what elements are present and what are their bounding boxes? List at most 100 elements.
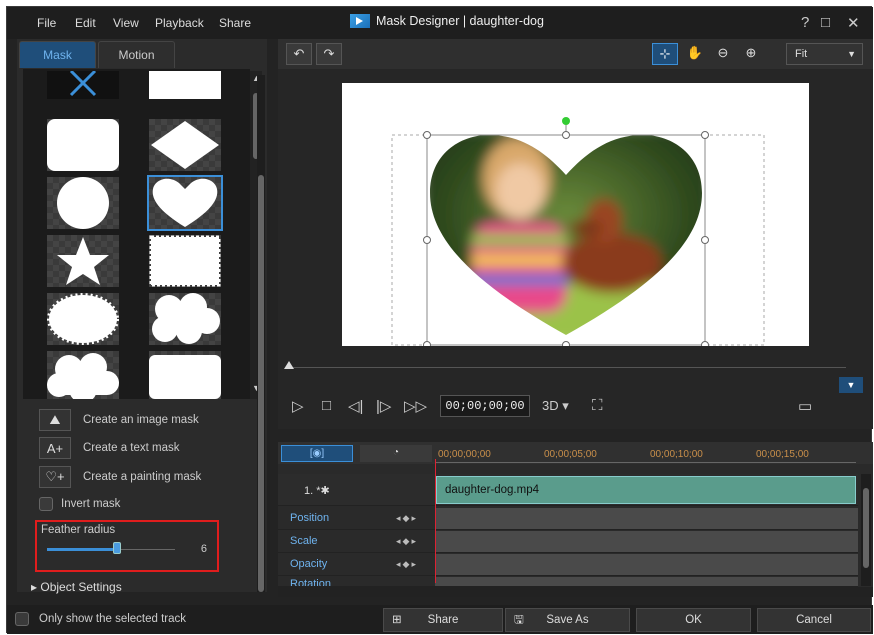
previous-frame-icon[interactable]: ◁| — [348, 397, 363, 415]
menu-playback[interactable]: Playback — [155, 16, 204, 30]
save-icon: 🖫 — [514, 614, 524, 626]
help-button[interactable]: ? — [801, 14, 809, 31]
hand-tool-button[interactable]: ✋ — [682, 43, 708, 65]
menu-edit[interactable]: Edit — [75, 16, 96, 30]
mask-heart[interactable] — [147, 175, 223, 231]
play-icon[interactable]: ▷ — [292, 397, 304, 415]
attribute-track[interactable] — [435, 531, 858, 552]
cancel-button[interactable]: Cancel — [757, 608, 871, 632]
clock-icon: ◔ — [392, 447, 400, 458]
tab-motion[interactable]: Motion — [98, 41, 175, 68]
create-text-mask[interactable]: A+ Create a text mask — [39, 437, 180, 459]
menu-file[interactable]: File — [37, 16, 56, 30]
preview-canvas[interactable] — [342, 83, 809, 349]
redo-button[interactable]: ↷ — [316, 43, 342, 65]
tab-timeline-clock[interactable]: ◔ — [360, 445, 432, 462]
keyframe-controls-icon[interactable]: ◂◆▸ — [396, 559, 418, 570]
checkbox-icon — [15, 612, 29, 626]
video-clip[interactable]: daughter-dog.mp4 — [436, 476, 856, 504]
preview-seek-track[interactable] — [286, 367, 846, 368]
timecode-display[interactable]: 00;00;00;00 — [440, 395, 530, 417]
mask-gallery — [23, 69, 250, 399]
mask-diamond[interactable] — [149, 119, 221, 171]
menu-view[interactable]: View — [113, 16, 139, 30]
object-settings-toggle[interactable]: ▸ Object Settings — [31, 580, 122, 594]
mask-cloud[interactable] — [149, 293, 221, 345]
track-view-icon: [◉] — [309, 448, 325, 459]
panel-scrollbar[interactable] — [257, 75, 265, 592]
track-number-text: 1. — [304, 485, 314, 497]
mask-circle[interactable] — [47, 177, 119, 229]
share-button[interactable]: ⊞ Share — [383, 608, 503, 632]
panel-scroll-thumb[interactable] — [258, 175, 264, 592]
attribute-row-opacity: Opacity ◂◆▸ — [278, 554, 858, 576]
zoom-in-button[interactable]: ⊕ — [738, 43, 764, 65]
zoom-out-button[interactable]: ⊖ — [710, 43, 736, 65]
title-bar: File Edit View Playback Share Mask Desig… — [7, 7, 873, 39]
create-image-mask[interactable]: ⛰ Create an image mask — [39, 409, 199, 431]
move-cursor-icon: ⊹ — [659, 46, 671, 61]
attribute-row-rotation: Rotation — [278, 577, 858, 587]
timeline-zoom-bar[interactable] — [278, 587, 873, 597]
ok-button[interactable]: OK — [636, 608, 751, 632]
fullscreen-icon[interactable]: ⛶ — [592, 397, 603, 414]
feather-slider-fill — [47, 548, 118, 551]
attribute-label: Scale — [290, 535, 318, 547]
only-selected-track-label: Only show the selected track — [39, 613, 187, 625]
mask-rounded-rectangle-2[interactable] — [149, 351, 221, 399]
keyframe-controls-icon[interactable]: ◂◆▸ — [396, 513, 418, 524]
timeline-scrollbar[interactable] — [861, 474, 871, 586]
mask-burst[interactable] — [47, 293, 119, 345]
select-tool-button[interactable]: ⊹ — [652, 43, 678, 65]
checkbox-icon — [39, 497, 53, 511]
3d-mode-button[interactable]: 3D ▾ — [542, 398, 569, 414]
fast-forward-icon[interactable]: ▷▷ — [404, 397, 427, 415]
save-as-button[interactable]: 🖫 Save As — [505, 608, 630, 632]
track-row: 1. *✱ daughter-dog.mp4 — [278, 474, 858, 506]
3d-mode-label: 3D — [542, 398, 559, 413]
window-title-text: Mask Designer | daughter-dog — [376, 14, 544, 28]
ruler-tick: 00;00;05;00 — [544, 449, 597, 460]
app-logo-icon — [350, 14, 370, 28]
window-title: Mask Designer | daughter-dog — [350, 14, 544, 28]
mask-rounded-rectangle[interactable] — [47, 119, 119, 171]
heart-icon — [152, 178, 218, 227]
feather-slider-knob[interactable] — [113, 542, 122, 554]
save-as-label: Save As — [546, 614, 589, 626]
rotate-handle[interactable] — [562, 117, 570, 125]
attribute-track[interactable] — [435, 577, 858, 586]
timeline-scroll-thumb[interactable] — [863, 488, 869, 568]
menu-share[interactable]: Share — [219, 16, 251, 30]
mask-stamp[interactable] — [149, 235, 221, 287]
mask-rectangle[interactable] — [149, 71, 221, 99]
attribute-track[interactable] — [435, 508, 858, 529]
attribute-label: Rotation — [290, 578, 331, 587]
mask-panel: Mask Motion ⛰ Create an image mask A+ Cr… — [17, 39, 267, 594]
expand-button[interactable]: ▼ — [839, 377, 863, 393]
undo-button[interactable]: ↶ — [286, 43, 312, 65]
tab-mask[interactable]: Mask — [19, 41, 96, 68]
create-painting-mask-label: Create a painting mask — [83, 471, 202, 483]
seek-marker-icon[interactable] — [284, 361, 294, 369]
timeline-panel: [◉] ◔ 00;00;00;00 00;00;05;00 00;00;10;0… — [278, 442, 873, 597]
image-mask-icon: ⛰ — [39, 409, 71, 431]
close-button[interactable]: ✕ — [847, 14, 860, 32]
mask-star[interactable] — [47, 235, 119, 287]
snapshot-icon[interactable]: ▭ — [798, 397, 812, 415]
next-frame-icon[interactable]: |▷ — [376, 397, 391, 415]
zoom-select[interactable]: Fit ▼ — [786, 43, 863, 65]
invert-mask-checkbox[interactable]: Invert mask — [39, 497, 120, 511]
mask-cloud-2[interactable] — [47, 351, 119, 399]
tab-timeline-track[interactable]: [◉] — [281, 445, 353, 462]
create-painting-mask[interactable]: ♡+ Create a painting mask — [39, 466, 201, 488]
keyframe-controls-icon[interactable]: ◂◆▸ — [396, 536, 418, 547]
timeline-playhead[interactable] — [435, 459, 436, 583]
stop-icon[interactable]: □ — [322, 397, 331, 414]
timeline-ruler[interactable] — [436, 462, 856, 463]
mask-x-shape[interactable] — [47, 71, 119, 99]
painting-mask-icon: ♡+ — [39, 466, 71, 488]
cloud-icon — [152, 293, 220, 344]
attribute-track[interactable] — [435, 554, 858, 575]
maximize-button[interactable]: □ — [821, 14, 830, 31]
only-selected-track-checkbox[interactable]: Only show the selected track — [15, 612, 186, 626]
